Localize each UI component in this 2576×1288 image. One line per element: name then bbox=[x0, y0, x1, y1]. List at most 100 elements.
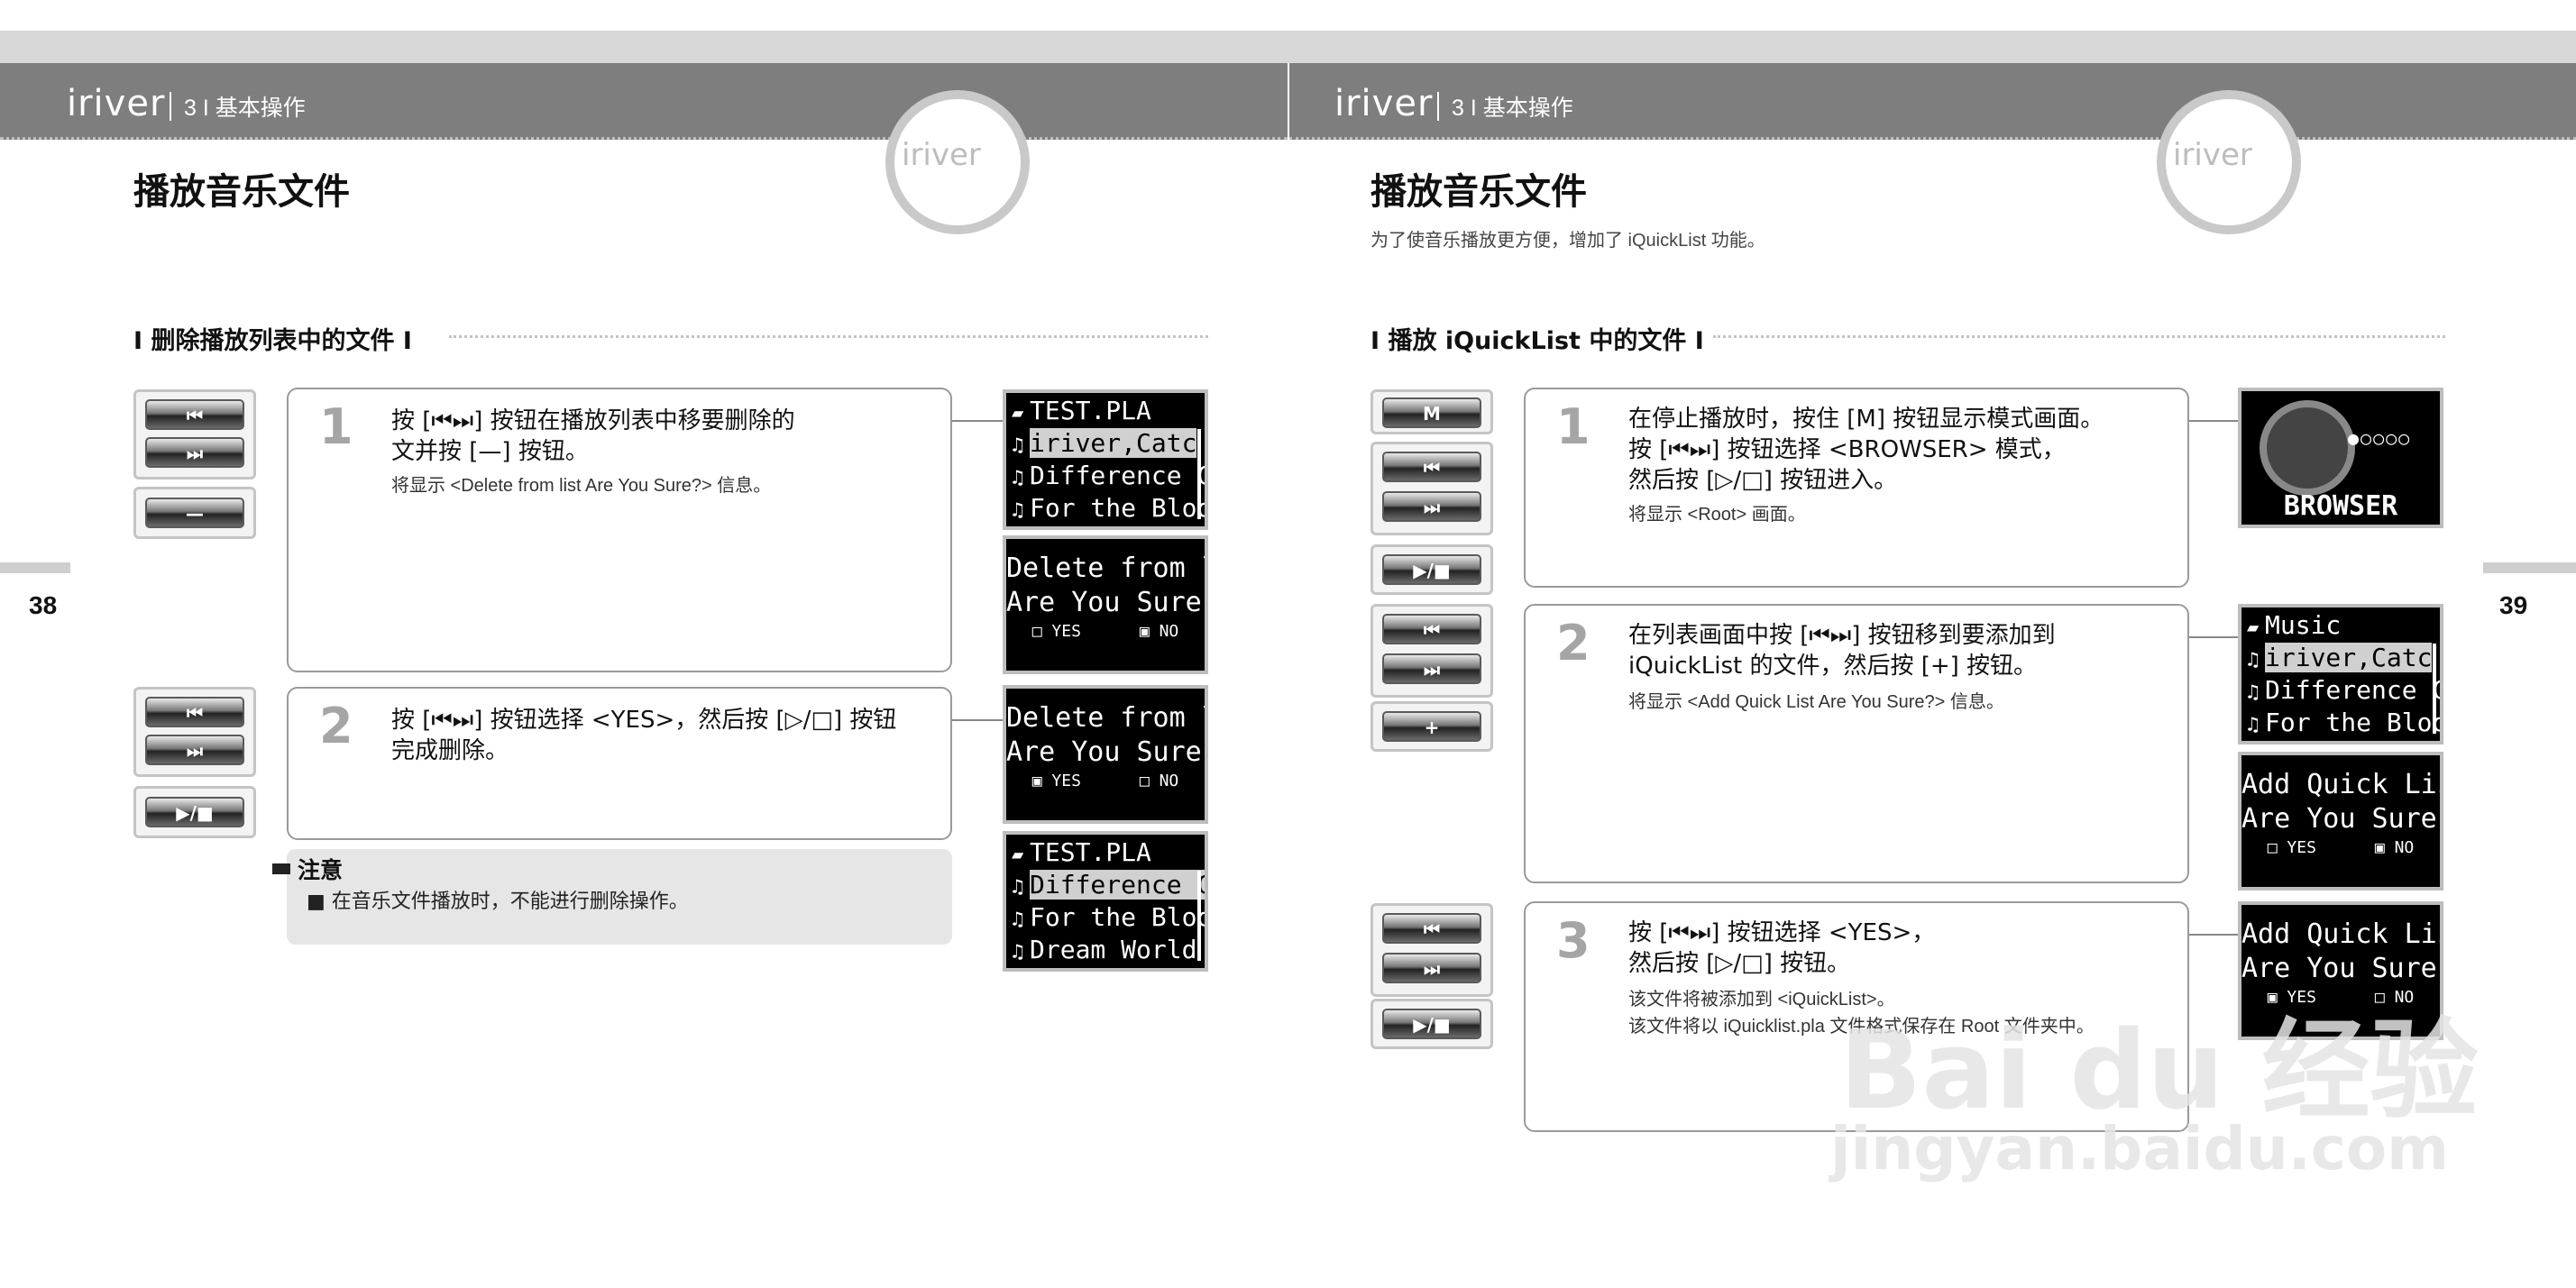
section-heading: I 删除播放列表中的文件 I bbox=[133, 327, 412, 355]
step-number: 1 bbox=[319, 398, 353, 455]
chapter-label: 3 I 基本操作 bbox=[1452, 96, 1573, 121]
lcd-row: ♫ For the Bloo bbox=[1006, 901, 1205, 934]
lcd-row: ▰ TEST.PLA bbox=[1006, 395, 1205, 427]
section-divider bbox=[1713, 335, 2445, 338]
connector-line bbox=[952, 420, 1004, 422]
page-subtitle: 为了使音乐播放更方便，增加了 iQuickList 功能。 bbox=[1371, 231, 1765, 251]
button-group-prev-next: ⏮ ⏭ bbox=[133, 687, 256, 777]
next-button[interactable]: ⏭ bbox=[145, 735, 244, 765]
dialog-line-2: Are You Sure? bbox=[2241, 953, 2443, 984]
button-group-prev-next: ⏮ ⏭ bbox=[1371, 442, 1493, 535]
step-note: 将显示 <Delete from list Are You Sure?> 信息。 bbox=[391, 476, 772, 496]
prev-button[interactable]: ⏮ bbox=[145, 399, 244, 430]
music-file-icon: ♫ bbox=[1012, 941, 1024, 964]
music-file-icon: ♫ bbox=[1012, 876, 1024, 899]
notice-heading: 注意 bbox=[298, 857, 344, 883]
step-number: 2 bbox=[319, 698, 353, 754]
iriver-logo: iriver bbox=[67, 83, 166, 124]
folder-icon: ▰ bbox=[2247, 617, 2260, 639]
music-file-icon: ♫ bbox=[2247, 681, 2260, 704]
play-stop-button[interactable]: ▶/■ bbox=[145, 797, 244, 827]
header-separator bbox=[170, 92, 171, 121]
minus-button[interactable]: — bbox=[145, 498, 244, 528]
step-number: 1 bbox=[1556, 398, 1591, 455]
lcd-row-selected: ♫ iriver,Catc bbox=[2241, 642, 2440, 674]
plus-button[interactable]: + bbox=[1382, 711, 1481, 742]
dialog-line-1: Add Quick List bbox=[2241, 918, 2440, 950]
page-title: 播放音乐文件 bbox=[1371, 171, 1587, 213]
step-instruction: 按 [⏮⏭] 按钮选择 <YES>，然后按 [▷/□] 按钮 完成删除。 bbox=[391, 707, 897, 764]
lcd-row: ♫ Dream World bbox=[1006, 934, 1205, 966]
next-button[interactable]: ⏭ bbox=[1382, 491, 1481, 522]
side-tab bbox=[0, 562, 70, 573]
music-file-icon: ♫ bbox=[1012, 499, 1024, 522]
notice-marker-icon bbox=[272, 863, 290, 874]
music-file-icon: ♫ bbox=[1012, 434, 1024, 457]
section-heading: I 播放 iQuickList 中的文件 I bbox=[1371, 327, 1704, 355]
header-right: iriver 3 I 基本操作 bbox=[1289, 63, 2576, 140]
next-button[interactable]: ⏭ bbox=[1382, 653, 1481, 684]
page-number: 39 bbox=[2499, 591, 2528, 619]
dialog-line-2: Are You Sure? bbox=[1006, 736, 1208, 768]
lcd-playlist-screen: ▰ TEST.PLA ♫ iriver,Catc ♫ Difference C ♫ Fo… bbox=[1003, 389, 1208, 530]
lcd-row: ♫ Difference C bbox=[2241, 674, 2440, 707]
button-group-prev-next: ⏮ ⏭ bbox=[1371, 604, 1493, 698]
watermark-url: jingyan.baidu.com bbox=[1830, 1114, 2450, 1183]
dialog-options: □ YES ▣ NO bbox=[2267, 838, 2415, 857]
step-number: 3 bbox=[1556, 912, 1591, 969]
lcd-browser-list: ▰ Music ♫ iriver,Catc ♫ Difference C ♫ For t… bbox=[2238, 604, 2443, 744]
lcd-row: ▰ Music bbox=[2241, 609, 2440, 642]
iriver-logo: iriver bbox=[1334, 83, 1434, 124]
mode-button[interactable]: M bbox=[1382, 397, 1481, 428]
button-group-play: ▶/■ bbox=[1371, 999, 1493, 1049]
side-tab bbox=[2483, 562, 2576, 573]
header-left: iriver 3 I 基本操作 bbox=[0, 63, 1288, 140]
lcd-delete-dialog: Delete from list Are You Sure? □ YES ▣ N… bbox=[1003, 535, 1208, 674]
prev-button[interactable]: ⏮ bbox=[1382, 913, 1481, 944]
play-stop-button[interactable]: ▶/■ bbox=[1382, 554, 1481, 585]
connector-line bbox=[2189, 636, 2240, 638]
dialog-options: □ YES ▣ NO bbox=[1031, 622, 1179, 641]
top-margin bbox=[0, 0, 2576, 31]
next-button[interactable]: ⏭ bbox=[1382, 953, 1481, 983]
step-2-box: 2 按 [⏮⏭] 按钮选择 <YES>，然后按 [▷/□] 按钮 完成删除。 bbox=[287, 687, 952, 840]
music-file-icon: ♫ bbox=[1012, 467, 1024, 489]
step-number: 2 bbox=[1556, 615, 1591, 671]
page-title: 播放音乐文件 bbox=[133, 171, 350, 213]
step-instruction: 按 [⏮⏭] 按钮选择 <YES>， 然后按 [▷/□] 按钮。 bbox=[1628, 919, 1936, 977]
step-1-box: 1 在停止播放时，按住 [M] 按钮显示模式画面。 按 [⏮⏭] 按钮选择 <B… bbox=[1524, 388, 2189, 588]
heart-logo-text: iriver bbox=[2173, 137, 2252, 173]
lcd-row: ♫ For the Bloo bbox=[2241, 707, 2440, 739]
step-instruction: 按 [⏮⏭] 按钮在播放列表中移要删除的 文并按 [—] 按钮。 bbox=[391, 407, 795, 465]
prev-button[interactable]: ⏮ bbox=[1382, 614, 1481, 644]
folder-icon: ▰ bbox=[1012, 844, 1024, 866]
prev-button[interactable]: ⏮ bbox=[145, 697, 244, 727]
chapter-label: 3 I 基本操作 bbox=[184, 96, 306, 121]
play-stop-button[interactable]: ▶/■ bbox=[1382, 1009, 1481, 1039]
dialog-line-1: Delete from list bbox=[1006, 553, 1205, 584]
browser-mode-label: BROWSER bbox=[2283, 490, 2398, 522]
prev-button[interactable]: ⏮ bbox=[1382, 452, 1481, 482]
step-instruction: 在停止播放时，按住 [M] 按钮显示模式画面。 按 [⏮⏭] 按钮选择 <BRO… bbox=[1628, 406, 2104, 494]
lcd-row: ♫ For the Bloo bbox=[1006, 492, 1205, 525]
button-group-play: ▶/■ bbox=[1371, 544, 1493, 595]
step-1-box: 1 按 [⏮⏭] 按钮在播放列表中移要删除的 文并按 [—] 按钮。 将显示 <… bbox=[287, 388, 952, 672]
section-divider bbox=[449, 335, 1208, 338]
lcd-scrollbar bbox=[1197, 429, 1201, 519]
dialog-line-2: Are You Sure? bbox=[1006, 587, 1208, 618]
folder-icon: ▰ bbox=[1012, 402, 1024, 425]
notice-box: 注意 ■ 在音乐文件播放时，不能进行删除操作。 bbox=[272, 849, 952, 945]
music-file-icon: ♫ bbox=[2247, 714, 2260, 736]
mode-page-dots: ●○○○○ bbox=[2348, 427, 2412, 449]
step-instruction: 在列表画面中按 [⏮⏭] 按钮移到要添加到 iQuickList 的文件，然后按… bbox=[1628, 622, 2056, 680]
connector-line bbox=[952, 719, 1004, 721]
next-button[interactable]: ⏭ bbox=[145, 437, 244, 468]
dialog-line-2: Are You Sure? bbox=[2241, 803, 2443, 835]
lcd-row-selected: ♫ Difference C bbox=[1006, 869, 1205, 901]
notice-item: ■ 在音乐文件播放时，不能进行删除操作。 bbox=[307, 891, 689, 913]
connector-line bbox=[2189, 934, 2240, 936]
button-group-mode: M bbox=[1371, 389, 1493, 434]
button-group-play: ▶/■ bbox=[133, 786, 256, 838]
lcd-scrollbar bbox=[1197, 871, 1201, 961]
lcd-add-quicklist-dialog: Add Quick List Are You Sure? □ YES ▣ NO bbox=[2238, 752, 2443, 891]
